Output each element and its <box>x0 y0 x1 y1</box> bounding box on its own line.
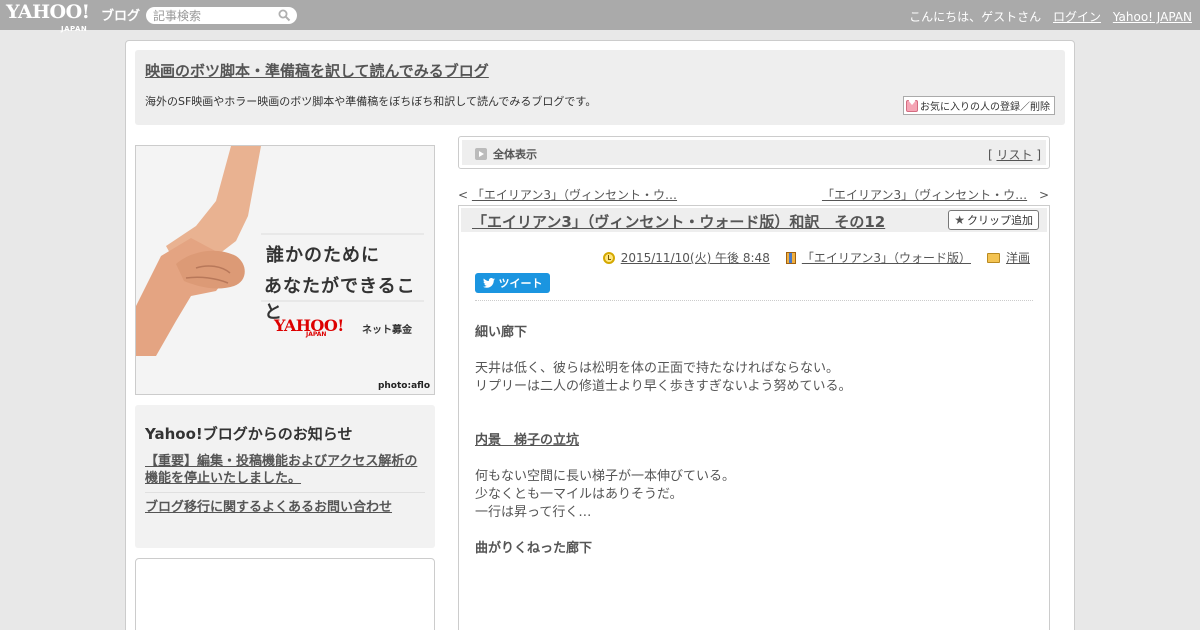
article-title[interactable]: 「エイリアン3」（ヴィンセント・ウォード版）和訳 その12 <box>472 211 885 232</box>
list-link[interactable]: リスト <box>996 148 1032 162</box>
charity-banner[interactable]: 誰かのために あなたができること YAHOO! JAPAN ネット募金 phot… <box>135 145 435 395</box>
main-container: 映画のボツ脚本・準備稿を訳して読んでみるブログ 海外のSF映画やホラー映画のボツ… <box>125 40 1075 630</box>
body-line: 少なくとも一マイルはありそうだ。 <box>475 487 683 502</box>
yahoo-japan-link[interactable]: Yahoo! JAPAN <box>1113 10 1192 24</box>
favorite-register-button[interactable]: お気に入りの人の登録／削除 <box>903 96 1055 115</box>
notice-box: Yahoo!ブログからのお知らせ 【重要】編集・投稿機能およびアクセス解析の機能… <box>135 405 435 548</box>
article: 「エイリアン3」（ヴィンセント・ウォード版）和訳 その12 ★ クリップ追加 2… <box>458 205 1050 630</box>
folder-icon <box>986 252 1000 263</box>
favorite-register-label: お気に入りの人の登録／削除 <box>920 102 1050 113</box>
clip-add-button[interactable]: ★ クリップ追加 <box>948 210 1039 230</box>
star-icon: ★ <box>954 213 965 227</box>
body-line: リプリーは二人の修道士より早く歩きすぎないよう努めている。 <box>475 379 852 394</box>
logo-sub-text: JAPAN <box>61 25 88 33</box>
list-bracket-close: ] <box>1036 148 1041 162</box>
post-date-link[interactable]: 2015/11/10(火) 午後 8:48 <box>621 249 770 266</box>
next-arrow: > <box>1038 188 1049 202</box>
search-input[interactable] <box>146 7 297 24</box>
twitter-bird-icon <box>482 278 495 288</box>
list-link-wrapper: [ リスト ] <box>988 146 1041 163</box>
prev-post-link[interactable]: 「エイリアン3」（ヴィンセント・ウ… <box>472 188 677 202</box>
login-link[interactable]: ログイン <box>1053 10 1101 24</box>
tweet-label: ツイート <box>498 277 543 290</box>
article-body: 細い廊下 天井は低く、彼らは松明を体の正面で持たなければならない。 リプリーは二… <box>475 324 1035 558</box>
banner-text-line1: 誰かのために <box>266 245 380 266</box>
greeting-text: こんにちは、ゲストさん <box>909 10 1042 24</box>
banner-bokin-text: ネット募金 <box>362 325 412 336</box>
hands-illustration-icon <box>136 146 434 394</box>
view-mode-bar: 全体表示 [ リスト ] <box>458 136 1050 169</box>
view-all-label: 全体表示 <box>493 148 537 161</box>
sidebar-box <box>135 558 435 630</box>
body-line: 何もない空間に長い梯子が一本伸びている。 <box>475 469 736 484</box>
article-meta: 2015/11/10(火) 午後 8:48 「エイリアン3」（ウォード版） 洋画 <box>587 249 1030 266</box>
scene-heading-1: 細い廊下 <box>475 325 528 340</box>
notice-title: Yahoo!ブログからのお知らせ <box>145 425 353 443</box>
clock-icon <box>602 251 615 264</box>
body-line: 天井は低く、彼らは松明を体の正面で持たなければならない。 <box>475 361 840 376</box>
prev-arrow: < <box>458 188 469 202</box>
heart-icon <box>906 98 918 112</box>
clip-add-label: クリップ追加 <box>967 214 1033 227</box>
blog-header: 映画のボツ脚本・準備稿を訳して読んでみるブログ 海外のSF映画やホラー映画のボツ… <box>135 50 1065 125</box>
next-post-link[interactable]: 「エイリアン3」（ヴィンセント・ウ… <box>822 188 1027 202</box>
next-post-nav: 「エイリアン3」（ヴィンセント・ウ… > <box>822 186 1049 203</box>
notice-link-important[interactable]: 【重要】編集・投稿機能およびアクセス解析の機能を停止いたしました。 <box>145 453 425 493</box>
tweet-button[interactable]: ツイート <box>475 273 550 293</box>
meta-divider <box>475 300 1033 301</box>
scene-heading-3: 曲がりくねった廊下 <box>475 541 593 556</box>
prev-post-nav: < 「エイリアン3」（ヴィンセント・ウ… <box>458 186 677 203</box>
body-line: 一行は昇って行く… <box>475 505 592 520</box>
top-bar: YAHOO! JAPAN ブログ こんにちは、ゲストさん ログイン Yahoo!… <box>0 0 1200 33</box>
book-icon <box>785 251 796 264</box>
blog-description: 海外のSF映画やホラー映画のボツ脚本や準備稿をぼちぼち和訳して読んでみるブログで… <box>145 95 597 108</box>
notice-link-faq[interactable]: ブログ移行に関するよくあるお問い合わせ <box>145 499 425 521</box>
list-bracket-open: [ <box>987 148 993 162</box>
blog-logo-text[interactable]: ブログ <box>101 5 140 24</box>
banner-yahoo-sub: JAPAN <box>306 331 327 338</box>
search-icon[interactable] <box>278 9 291 22</box>
scene-heading-2: 内景 梯子の立坑 <box>475 433 580 448</box>
yahoo-logo[interactable]: YAHOO! JAPAN <box>6 2 90 33</box>
category-link[interactable]: 「エイリアン3」（ウォード版） <box>802 249 971 266</box>
banner-photo-credit: photo:aflo <box>377 381 430 391</box>
article-header: 「エイリアン3」（ヴィンセント・ウォード版）和訳 その12 ★ クリップ追加 <box>461 208 1047 232</box>
arrow-right-icon <box>475 148 487 160</box>
folder-link[interactable]: 洋画 <box>1006 249 1030 266</box>
blog-title[interactable]: 映画のボツ脚本・準備稿を訳して読んでみるブログ <box>145 60 489 81</box>
user-area: こんにちは、ゲストさん ログイン Yahoo! JAPAN <box>909 8 1192 25</box>
